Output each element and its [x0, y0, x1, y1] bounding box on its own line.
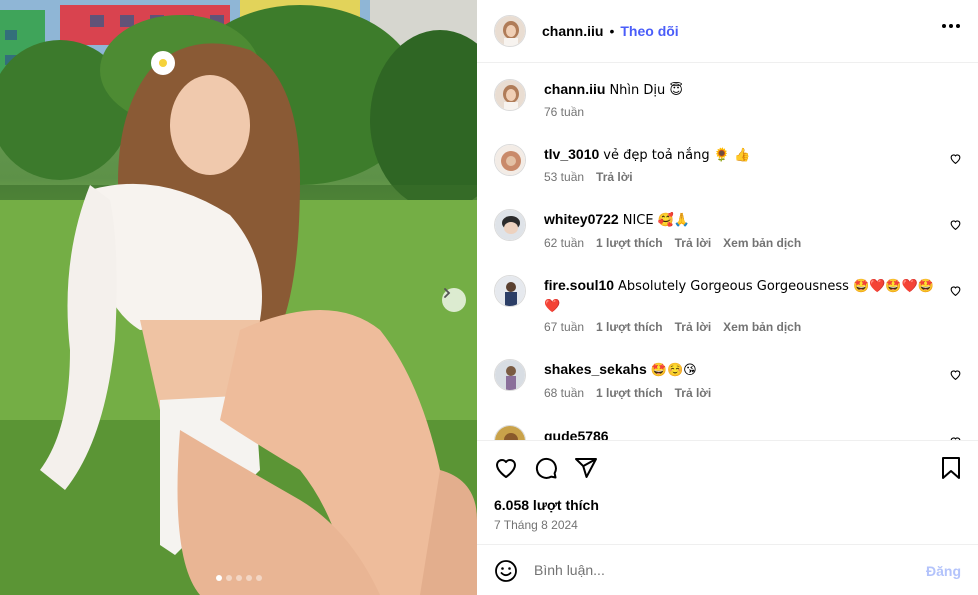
like-heart-icon[interactable] [494, 456, 518, 480]
post-actions: 6.058 lượt thích 7 Tháng 8 2024 [477, 440, 978, 545]
like-comment-heart-icon[interactable] [949, 152, 962, 165]
comment-text: 🤩☺️😘 [650, 363, 697, 378]
follow-button[interactable]: Theo dõi [620, 23, 678, 39]
reply-button[interactable]: Trả lời [675, 386, 712, 400]
comment-username[interactable]: shakes_sekahs [544, 361, 647, 377]
comment-username[interactable]: whitey0722 [544, 211, 619, 227]
commenter-avatar[interactable] [494, 359, 526, 391]
carousel-dot [225, 575, 232, 581]
caption-avatar[interactable] [494, 79, 526, 111]
see-translation-button[interactable]: Xem bản dịch [723, 320, 801, 334]
commenter-avatar[interactable] [494, 209, 526, 241]
comments-panel: chann.iiu • Theo dõi chann.iiu Nhìn Dịu 😇… [477, 0, 978, 595]
like-comment-heart-icon[interactable] [949, 368, 962, 381]
comment-item: fire.soul10 Absolutely Gorgeous Gorgeousn… [494, 275, 964, 355]
like-comment-heart-icon[interactable] [949, 284, 962, 297]
post-date[interactable]: 7 Tháng 8 2024 [494, 518, 578, 532]
comment-text: vẻ đẹp toả nắng 🌻 👍 [603, 148, 751, 163]
comment-like-count[interactable]: 1 lượt thích [596, 236, 663, 250]
more-options-icon[interactable] [942, 24, 960, 28]
reply-button[interactable]: Trả lời [675, 236, 712, 250]
comment-username[interactable]: gude5786 [544, 428, 609, 440]
caption-username[interactable]: chann.iiu [544, 81, 605, 97]
post-photo[interactable] [0, 0, 477, 595]
carousel-dot [215, 575, 222, 581]
save-bookmark-icon[interactable] [940, 456, 962, 480]
likes-count[interactable]: 6.058 lượt thích [494, 497, 599, 513]
comment-item: gude5786 [494, 425, 964, 440]
share-send-icon[interactable] [574, 456, 598, 480]
reply-button[interactable]: Trả lời [596, 170, 633, 184]
commenter-avatar[interactable] [494, 144, 526, 176]
comment-item: whitey0722 NICE 🥰🙏 62 tuần 1 lượt thích T… [494, 209, 964, 269]
emoji-smile-icon[interactable] [494, 559, 518, 583]
carousel-dot [255, 575, 262, 581]
comment-time[interactable]: 62 tuần [544, 236, 584, 250]
comment-time[interactable]: 53 tuần [544, 170, 584, 184]
post-comment-button[interactable]: Đăng [926, 563, 961, 579]
comment-username[interactable]: fire.soul10 [544, 277, 614, 293]
carousel-dot [245, 575, 252, 581]
like-comment-heart-icon[interactable] [949, 218, 962, 231]
post-caption: chann.iiu Nhìn Dịu 😇 76 tuần [494, 79, 964, 129]
commenter-avatar[interactable] [494, 275, 526, 307]
post-header: chann.iiu • Theo dõi [477, 0, 978, 63]
comment-like-count[interactable]: 1 lượt thích [596, 386, 663, 400]
author-avatar[interactable] [494, 15, 526, 47]
comment-item: tlv_3010 vẻ đẹp toả nắng 🌻 👍 53 tuần Trả … [494, 144, 964, 204]
next-image-button[interactable] [442, 288, 466, 312]
comment-like-count[interactable]: 1 lượt thích [596, 320, 663, 334]
caption-text: Nhìn Dịu 😇 [609, 83, 683, 98]
comment-input[interactable] [534, 562, 914, 578]
carousel-dot [235, 575, 242, 581]
comment-time[interactable]: 67 tuần [544, 320, 584, 334]
reply-button[interactable]: Trả lời [675, 320, 712, 334]
comment-bubble-icon[interactable] [534, 456, 558, 480]
comment-item: shakes_sekahs 🤩☺️😘 68 tuần 1 lượt thích T… [494, 359, 964, 419]
commenter-avatar[interactable] [494, 425, 526, 440]
author-username[interactable]: chann.iiu [542, 23, 603, 39]
comment-text: NICE 🥰🙏 [622, 213, 691, 228]
photo-illustration [0, 0, 477, 595]
header-separator: • [609, 23, 615, 39]
add-comment-bar: Đăng [477, 546, 978, 595]
caption-time[interactable]: 76 tuần [544, 105, 584, 119]
comment-username[interactable]: tlv_3010 [544, 146, 599, 162]
post-dialog: chann.iiu • Theo dõi chann.iiu Nhìn Dịu 😇… [0, 0, 978, 595]
comment-time[interactable]: 68 tuần [544, 386, 584, 400]
see-translation-button[interactable]: Xem bản dịch [723, 236, 801, 250]
comments-list[interactable]: chann.iiu Nhìn Dịu 😇 76 tuần tlv_3010 vẻ đ… [477, 64, 978, 440]
carousel-dots [0, 575, 477, 581]
chevron-right-icon [444, 288, 451, 298]
